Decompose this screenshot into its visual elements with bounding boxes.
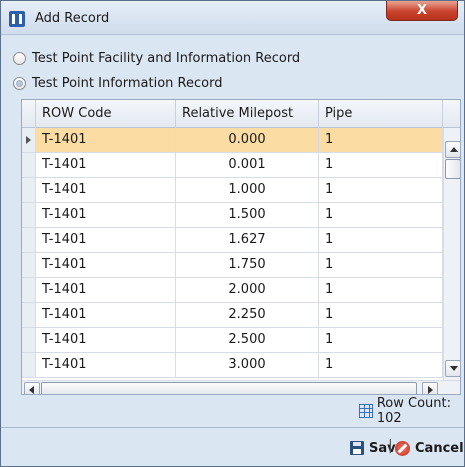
cancel-button[interactable]: Cancel: [395, 438, 464, 458]
radio-information[interactable]: [13, 76, 26, 90]
cell-relative-milepost[interactable]: 3.000: [176, 353, 319, 377]
cell-relative-milepost[interactable]: 1.500: [176, 203, 319, 227]
cell-row-code[interactable]: T-1401: [36, 328, 176, 352]
table-row[interactable]: T-1401 2.250 1: [22, 303, 460, 328]
row-selector[interactable]: [22, 128, 36, 152]
app-icon: [9, 11, 25, 27]
button-separator: |: [388, 438, 393, 454]
arrow-up-icon: [450, 147, 458, 152]
cell-relative-milepost[interactable]: 2.250: [176, 303, 319, 327]
horizontal-scroll-thumb[interactable]: [41, 382, 417, 394]
cell-pipe[interactable]: 1: [319, 153, 443, 177]
scroll-up-button[interactable]: [445, 141, 460, 158]
row-selector[interactable]: [22, 278, 36, 302]
row-selector[interactable]: [22, 178, 36, 202]
cell-pipe[interactable]: 1: [319, 353, 443, 377]
add-record-dialog: Add Record X Test Point Facility and Inf…: [0, 0, 465, 467]
cell-relative-milepost[interactable]: 2.500: [176, 328, 319, 352]
cell-row-code[interactable]: T-1401: [36, 353, 176, 377]
cell-pipe[interactable]: 1: [319, 178, 443, 202]
scroll-left-button[interactable]: [24, 382, 40, 394]
option-information[interactable]: Test Point Information Record: [13, 73, 222, 93]
cell-pipe[interactable]: 1: [319, 228, 443, 252]
vertical-scrollbar[interactable]: [443, 128, 460, 380]
option-label: Test Point Information Record: [32, 75, 223, 91]
cell-pipe[interactable]: 1: [319, 128, 443, 152]
cell-row-code[interactable]: T-1401: [36, 228, 176, 252]
close-button[interactable]: X: [386, 1, 458, 21]
cancel-icon: [395, 440, 410, 456]
row-selector[interactable]: [22, 203, 36, 227]
cancel-label: Cancel: [415, 440, 464, 456]
cell-relative-milepost[interactable]: 2.000: [176, 278, 319, 302]
radio-facility-and-information[interactable]: [13, 51, 26, 65]
table-row[interactable]: T-1401 1.500 1: [22, 203, 460, 228]
row-count-status: Row Count: 102: [359, 396, 464, 426]
table-row[interactable]: T-1401 1.750 1: [22, 253, 460, 278]
cell-pipe[interactable]: 1: [319, 303, 443, 327]
row-selector[interactable]: [22, 228, 36, 252]
cell-row-code[interactable]: T-1401: [36, 128, 176, 152]
column-header-pipe[interactable]: Pipe: [319, 100, 443, 128]
cell-pipe[interactable]: 1: [319, 203, 443, 227]
arrow-down-icon: [450, 366, 458, 371]
cell-row-code[interactable]: T-1401: [36, 253, 176, 277]
cell-row-code[interactable]: T-1401: [36, 178, 176, 202]
vertical-scroll-thumb[interactable]: [445, 159, 460, 179]
cell-pipe[interactable]: 1: [319, 253, 443, 277]
window-title: Add Record: [35, 11, 110, 26]
cell-relative-milepost[interactable]: 0.001: [176, 153, 319, 177]
row-selector[interactable]: [22, 353, 36, 377]
cell-row-code[interactable]: T-1401: [36, 153, 176, 177]
cell-relative-milepost[interactable]: 0.000: [176, 128, 319, 152]
option-facility-and-information[interactable]: Test Point Facility and Information Reco…: [13, 48, 300, 68]
current-row-icon: [26, 136, 31, 144]
cell-relative-milepost[interactable]: 1.000: [176, 178, 319, 202]
cell-row-code[interactable]: T-1401: [36, 203, 176, 227]
scroll-down-button[interactable]: [445, 360, 460, 377]
row-count-text: Row Count: 102: [376, 396, 451, 426]
table-row[interactable]: T-1401 0.001 1: [22, 153, 460, 178]
row-selector[interactable]: [22, 328, 36, 352]
cell-row-code[interactable]: T-1401: [36, 303, 176, 327]
title-bar: Add Record X: [1, 1, 464, 35]
table-row[interactable]: T-1401 1.627 1: [22, 228, 460, 253]
table-row[interactable]: T-1401 2.500 1: [22, 328, 460, 353]
table-row[interactable]: T-1401 2.000 1: [22, 278, 460, 303]
scroll-right-button[interactable]: [422, 382, 438, 394]
horizontal-scrollbar[interactable]: [22, 380, 460, 394]
arrow-right-icon: [428, 386, 433, 394]
cell-row-code[interactable]: T-1401: [36, 278, 176, 302]
table-row[interactable]: T-1401 3.000 1: [22, 353, 460, 378]
cell-pipe[interactable]: 1: [319, 328, 443, 352]
cell-relative-milepost[interactable]: 1.750: [176, 253, 319, 277]
grid-header: ROW Code Relative Milepost Pipe: [22, 100, 460, 128]
grid-icon: [359, 404, 373, 418]
arrow-left-icon: [29, 386, 34, 394]
column-header-relative-milepost[interactable]: Relative Milepost: [176, 100, 319, 128]
records-grid: ROW Code Relative Milepost Pipe T-1401 0.…: [21, 99, 461, 395]
row-selector[interactable]: [22, 303, 36, 327]
row-selector-header: [22, 100, 36, 128]
save-icon: [350, 441, 364, 455]
table-row[interactable]: T-1401 0.000 1: [22, 128, 460, 153]
cell-relative-milepost[interactable]: 1.627: [176, 228, 319, 252]
row-selector[interactable]: [22, 253, 36, 277]
cell-pipe[interactable]: 1: [319, 278, 443, 302]
column-header-row-code[interactable]: ROW Code: [36, 100, 176, 128]
option-label: Test Point Facility and Information Reco…: [32, 50, 301, 66]
close-icon: X: [416, 3, 428, 18]
row-selector[interactable]: [22, 153, 36, 177]
table-row[interactable]: T-1401 1.000 1: [22, 178, 460, 203]
dialog-footer: Save | Cancel: [1, 428, 464, 466]
